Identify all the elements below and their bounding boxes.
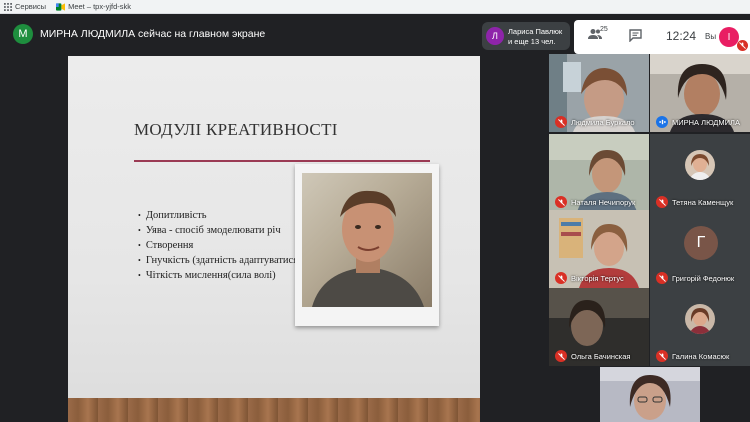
main-stage: МОДУЛІ КРЕАТИВНОСТІ Допитливість Уява - … [0, 54, 548, 422]
avatar [685, 150, 715, 180]
meeting-topbar: M МИРНА ЛЮДМИЛА сейчас на главном экране… [0, 14, 750, 54]
list-item: Гнучкість (здатність адаптуватися [138, 253, 298, 268]
camera-feed [600, 367, 700, 422]
bookmark-label: Meet – tpx-yjfd-skk [68, 2, 132, 11]
list-item: Чіткість мислення(сила волі) [138, 268, 298, 283]
participant-tile[interactable]: Ольга Бачинская [549, 288, 649, 366]
slide-divider [134, 160, 430, 162]
avatar: Л [486, 27, 504, 45]
participant-name: Людмила Буркало [571, 118, 635, 127]
meeting-clock: 12:24 [666, 29, 697, 43]
participant-tile[interactable] [600, 367, 700, 422]
list-item: Допитливість [138, 208, 298, 223]
mic-off-icon [656, 350, 668, 362]
slide-title: МОДУЛІ КРЕАТИВНОСТІ [134, 120, 338, 139]
participant-name: Ольга Бачинская [571, 352, 631, 361]
participant-tile[interactable]: Вікторія Тертус [549, 210, 649, 288]
bookmarks-bar: Сервисы Meet – tpx-yjfd-skk [0, 0, 750, 14]
portrait-frame [295, 164, 439, 326]
bookmark-meet[interactable]: Meet – tpx-yjfd-skk [56, 2, 131, 11]
self-avatar[interactable]: I [719, 27, 739, 47]
list-item: Уява - спосіб змоделювати річ [138, 223, 298, 238]
mic-off-icon [555, 116, 567, 128]
meet-icon [56, 2, 66, 11]
participant-name: Вікторія Тертус [571, 274, 624, 283]
participants-grid: Людмила Буркало МИРНА ЛЮДМИЛА Наталя Неч… [548, 54, 750, 422]
mic-off-icon [555, 196, 567, 208]
presenting-status: МИРНА ЛЮДМИЛА сейчас на главном экране [40, 28, 266, 40]
mic-off-icon [656, 196, 668, 208]
participant-tile[interactable]: Людмила Буркало [549, 54, 649, 132]
participant-name: Григорій Федонюк [672, 274, 735, 283]
self-label: Вы [705, 32, 717, 41]
slide-bullets: Допитливість Уява - спосіб змоделювати р… [138, 208, 298, 283]
mic-off-icon [737, 40, 748, 51]
participant-tile[interactable]: Наталя Нечипорук [549, 134, 649, 212]
raised-hand-others: и еще 13 чел. [508, 37, 556, 46]
portrait-photo [302, 173, 432, 307]
participant-name: Наталя Нечипорук [571, 198, 636, 207]
participant-name: МИРНА ЛЮДМИЛА [672, 118, 740, 127]
apps-grid-icon [4, 2, 12, 11]
avatar [685, 304, 715, 334]
bookmark-services[interactable]: Сервисы [4, 2, 46, 11]
speaking-indicator-icon [656, 116, 668, 128]
participant-name: Тетяна Каменщук [672, 198, 734, 207]
avatar: Г [684, 226, 718, 260]
bookmark-label: Сервисы [15, 2, 47, 11]
participant-name: Галина Комасюк [672, 352, 730, 361]
raised-hands-chip[interactable]: Л Лариса Павлюк и еще 13 чел. [482, 22, 570, 50]
participants-count: 25 [600, 26, 608, 33]
participant-tile[interactable]: МИРНА ЛЮДМИЛА [650, 54, 750, 132]
presentation-slide: МОДУЛІ КРЕАТИВНОСТІ Допитливість Уява - … [68, 56, 480, 422]
mic-off-icon [656, 272, 668, 284]
slide-floor-decoration [68, 398, 480, 422]
meeting-controls: 25 12:24 Вы I [574, 20, 750, 54]
participant-tile[interactable]: Тетяна Каменщук [650, 134, 750, 212]
raised-hand-name: Лариса Павлюк [508, 27, 563, 36]
chat-icon[interactable] [629, 29, 642, 42]
mic-off-icon [555, 350, 567, 362]
mic-off-icon [555, 272, 567, 284]
participant-tile[interactable]: Галина Комасюк [650, 288, 750, 366]
list-item: Створення [138, 238, 298, 253]
participant-tile[interactable]: Г Григорій Федонюк [650, 210, 750, 288]
presenter-avatar: M [13, 24, 33, 44]
